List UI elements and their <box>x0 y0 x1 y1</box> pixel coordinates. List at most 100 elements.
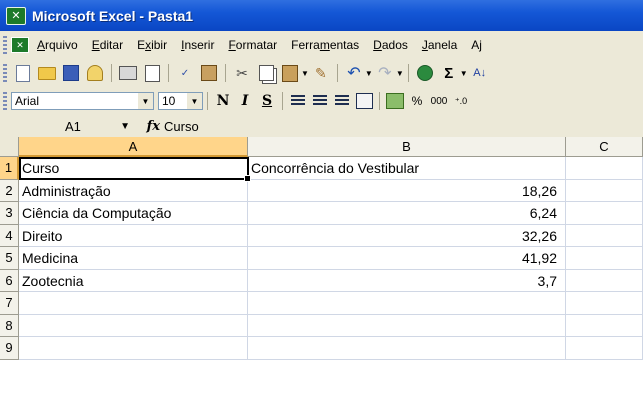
hyperlink-button[interactable] <box>414 62 436 84</box>
menu-janela[interactable]: Janela <box>422 38 457 52</box>
cell-b6[interactable]: 3,7 <box>248 269 566 292</box>
menu-ajuda[interactable]: Aj <box>471 38 482 52</box>
cell-b7[interactable] <box>248 292 566 315</box>
name-box-dropdown-arrow-icon[interactable]: ▼ <box>120 121 130 132</box>
column-header-b[interactable]: B <box>248 137 566 157</box>
paste-button[interactable] <box>279 62 301 84</box>
menu-formatar[interactable]: Formatar <box>228 38 277 52</box>
cell-a1[interactable]: Curso <box>19 157 248 180</box>
merge-center-button[interactable] <box>353 91 375 111</box>
format-painter-button[interactable]: ✎ <box>310 62 332 84</box>
cell-c1[interactable] <box>566 157 643 180</box>
select-all-corner[interactable] <box>0 137 19 157</box>
menu-dados[interactable]: Dados <box>373 38 408 52</box>
cell-c3[interactable] <box>566 202 643 225</box>
row-header-6[interactable]: 6 <box>0 269 19 292</box>
currency-button[interactable] <box>384 91 406 111</box>
toolbar-grip[interactable] <box>3 92 7 110</box>
undo-dropdown-arrow-icon[interactable]: ▼ <box>365 69 373 78</box>
align-left-button[interactable] <box>287 91 309 111</box>
cell-c4[interactable] <box>566 224 643 247</box>
sort-ascending-button[interactable]: A↓ <box>469 62 491 84</box>
menu-editar[interactable]: Editar <box>92 38 123 52</box>
redo-button[interactable]: ↷ <box>374 62 396 84</box>
redo-dropdown-arrow-icon[interactable]: ▼ <box>396 69 404 78</box>
row-header-4[interactable]: 4 <box>0 224 19 247</box>
cut-button[interactable]: ✂ <box>231 62 253 84</box>
increase-decimal-button[interactable]: ⁺.0 <box>450 91 472 111</box>
cell-c5[interactable] <box>566 247 643 270</box>
autosum-dropdown-arrow-icon[interactable]: ▼ <box>460 69 468 78</box>
excel-app-icon[interactable]: ✕ <box>6 6 26 25</box>
cell-a7[interactable] <box>19 292 248 315</box>
cell-c8[interactable] <box>566 314 643 337</box>
spell-check-icon: ✓ <box>180 67 190 79</box>
toolbar-grip[interactable] <box>3 64 7 82</box>
autosum-button[interactable]: Σ <box>438 62 460 84</box>
align-right-button[interactable] <box>331 91 353 111</box>
formula-input[interactable]: Curso <box>164 116 643 136</box>
thousands-separator-button[interactable]: 000 <box>428 91 450 111</box>
cell-a9[interactable] <box>19 337 248 360</box>
cell-c7[interactable] <box>566 292 643 315</box>
font-name-value: Arial <box>15 94 40 108</box>
row-header-1[interactable]: 1 <box>0 157 19 180</box>
copy-icon <box>258 65 274 81</box>
save-button[interactable] <box>60 62 82 84</box>
print-button[interactable] <box>117 62 139 84</box>
name-box[interactable]: A1 ▼ <box>15 116 130 136</box>
align-center-button[interactable] <box>309 91 331 111</box>
cell-a5[interactable]: Medicina <box>19 247 248 270</box>
row-header-9[interactable]: 9 <box>0 337 19 360</box>
toolbar-separator <box>336 64 338 82</box>
cell-b3[interactable]: 6,24 <box>248 202 566 225</box>
menu-exibir[interactable]: Exibir <box>137 38 167 52</box>
cell-c2[interactable] <box>566 179 643 202</box>
row-header-3[interactable]: 3 <box>0 202 19 225</box>
row-header-8[interactable]: 8 <box>0 314 19 337</box>
underline-button[interactable]: S <box>256 91 278 111</box>
cell-a4[interactable]: Direito <box>19 224 248 247</box>
bold-button[interactable]: N <box>212 91 234 111</box>
italic-button[interactable]: I <box>234 91 256 111</box>
font-name-select[interactable]: Arial ▼ <box>11 92 154 110</box>
cell-c9[interactable] <box>566 337 643 360</box>
cell-b8[interactable] <box>248 314 566 337</box>
menu-inserir[interactable]: Inserir <box>181 38 214 52</box>
percent-button[interactable]: % <box>406 91 428 111</box>
spelling-button[interactable]: ✓ <box>174 62 196 84</box>
font-size-select[interactable]: 10 ▼ <box>158 92 203 110</box>
cell-b9[interactable] <box>248 337 566 360</box>
permission-button[interactable] <box>84 62 106 84</box>
cell-b5[interactable]: 41,92 <box>248 247 566 270</box>
undo-button[interactable]: ↶ <box>343 62 365 84</box>
chevron-down-icon[interactable]: ▼ <box>187 93 202 109</box>
open-button[interactable] <box>36 62 58 84</box>
chevron-down-icon[interactable]: ▼ <box>138 93 153 109</box>
cell-b2[interactable]: 18,26 <box>248 179 566 202</box>
insert-function-icon[interactable]: fx <box>130 119 160 134</box>
cell-b4[interactable]: 32,26 <box>248 224 566 247</box>
row-header-7[interactable]: 7 <box>0 292 19 315</box>
cell-a2[interactable]: Administração <box>19 179 248 202</box>
cell-a8[interactable] <box>19 314 248 337</box>
copy-button[interactable] <box>255 62 277 84</box>
row-header-5[interactable]: 5 <box>0 247 19 270</box>
print-preview-button[interactable] <box>141 62 163 84</box>
menu-ferramentas[interactable]: Ferramentas <box>291 38 359 52</box>
cell-b1[interactable]: Concorrência do Vestibular <box>248 157 566 180</box>
formula-content: Curso <box>164 118 199 134</box>
align-right-icon <box>335 95 349 107</box>
research-button[interactable] <box>198 62 220 84</box>
workbook-icon[interactable]: ✕ <box>11 37 29 53</box>
new-button[interactable] <box>12 62 34 84</box>
column-header-a[interactable]: A <box>19 137 248 157</box>
row-header-2[interactable]: 2 <box>0 179 19 202</box>
cell-a3[interactable]: Ciência da Computação <box>19 202 248 225</box>
menu-arquivo[interactable]: Arquivo <box>37 38 78 52</box>
paste-dropdown-arrow-icon[interactable]: ▼ <box>301 69 309 78</box>
cell-a6[interactable]: Zootecnia <box>19 269 248 292</box>
menubar-grip[interactable] <box>3 36 7 54</box>
cell-c6[interactable] <box>566 269 643 292</box>
column-header-c[interactable]: C <box>566 137 643 157</box>
